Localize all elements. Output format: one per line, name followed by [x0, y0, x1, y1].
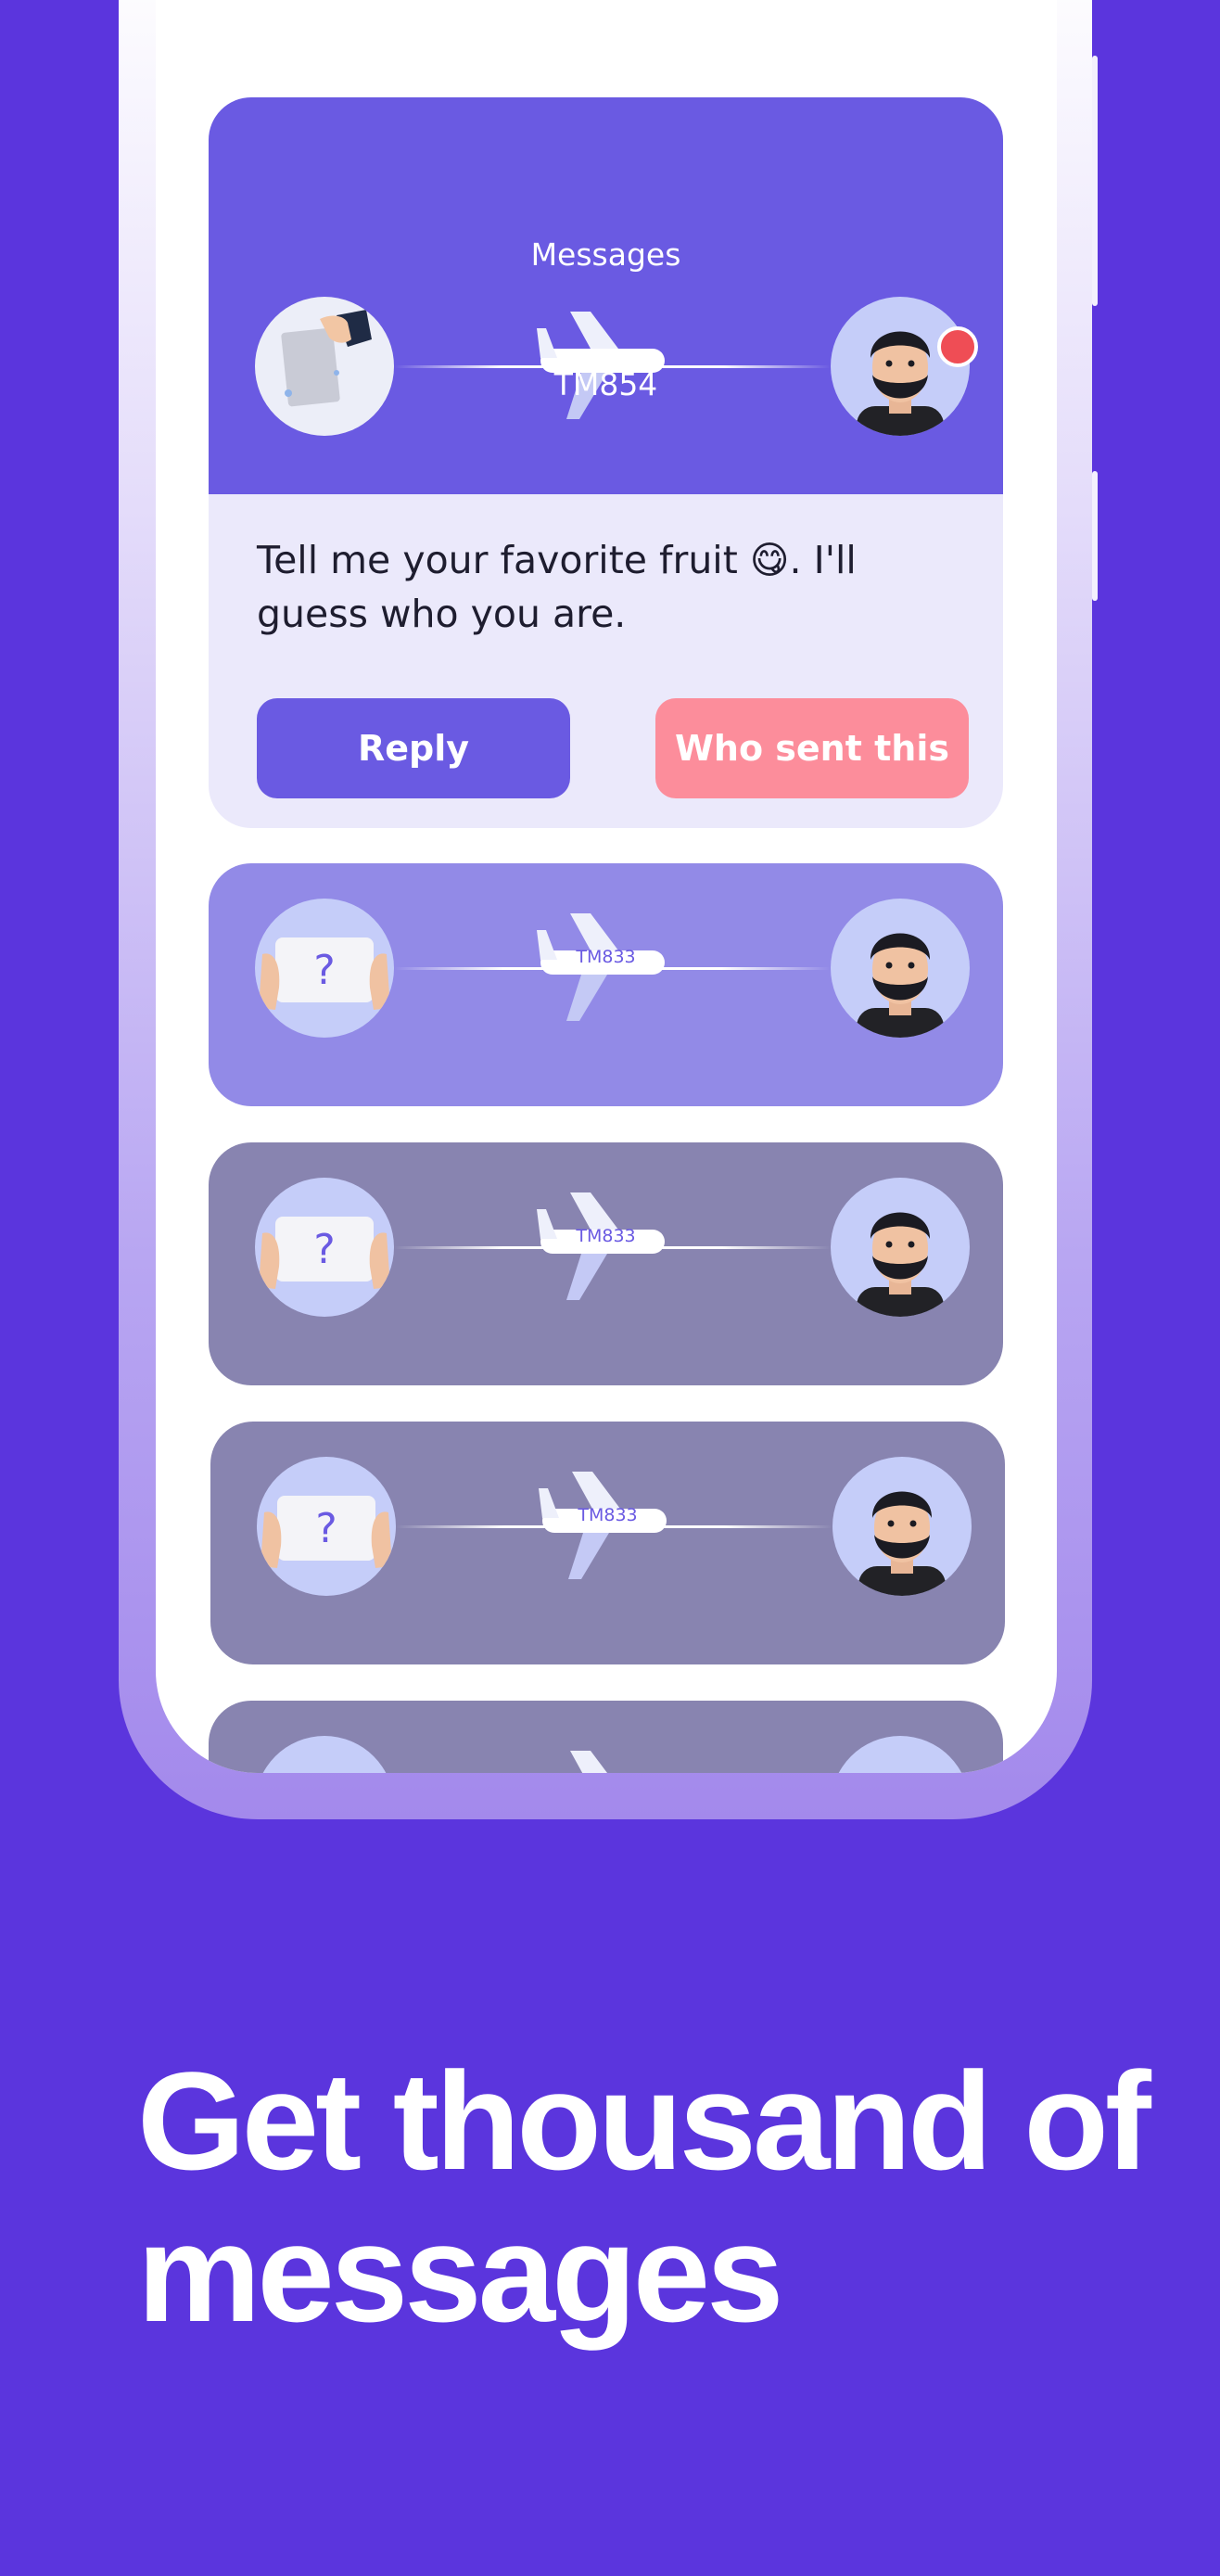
flight-row: ? TM833: [209, 899, 1003, 1038]
message-card[interactable]: [209, 1701, 1003, 1773]
message-card[interactable]: ? TM833: [210, 1422, 1005, 1664]
flight-row: TM854: [209, 297, 1003, 436]
bearded-man-avatar-icon: [831, 1736, 970, 1773]
bearded-man-avatar-icon: [831, 899, 970, 1038]
hands-holding-question-card-icon: ?: [255, 1178, 394, 1317]
message-card[interactable]: ? TM833: [209, 1142, 1003, 1385]
who-sent-this-button[interactable]: Who sent this: [655, 698, 969, 798]
headline: Get thousand of messages: [137, 2043, 1151, 2351]
bearded-man-avatar-icon: [831, 1178, 970, 1317]
plane-icon: [570, 1751, 607, 1773]
flight-row: [209, 1736, 1003, 1773]
hands-holding-question-card-icon: ?: [255, 899, 394, 1038]
hands-holding-question-card-icon: [255, 1736, 394, 1773]
messages-title: Messages: [530, 236, 681, 273]
plane-icon: [537, 312, 665, 419]
phone-screen: Messages TM854 Tell me your favorite fru…: [156, 0, 1057, 1773]
flight-row: ? TM833: [209, 1178, 1003, 1317]
notification-dot: [937, 326, 978, 367]
phone-volume-button: [1092, 56, 1098, 306]
message-text: Tell me your favorite fruit 😋. I'll gues…: [257, 538, 857, 636]
flight-row: ? TM833: [210, 1457, 1005, 1596]
reply-button[interactable]: Reply: [257, 698, 570, 798]
phone-power-button: [1092, 471, 1098, 601]
bearded-man-avatar-icon: [832, 1457, 972, 1596]
open-message-card[interactable]: Messages TM854 Tell me your favorite fru…: [209, 97, 1003, 828]
bearded-man-avatar-icon: [831, 297, 970, 436]
message-card[interactable]: ? TM833: [209, 863, 1003, 1106]
hands-holding-question-card-icon: ?: [257, 1457, 396, 1596]
